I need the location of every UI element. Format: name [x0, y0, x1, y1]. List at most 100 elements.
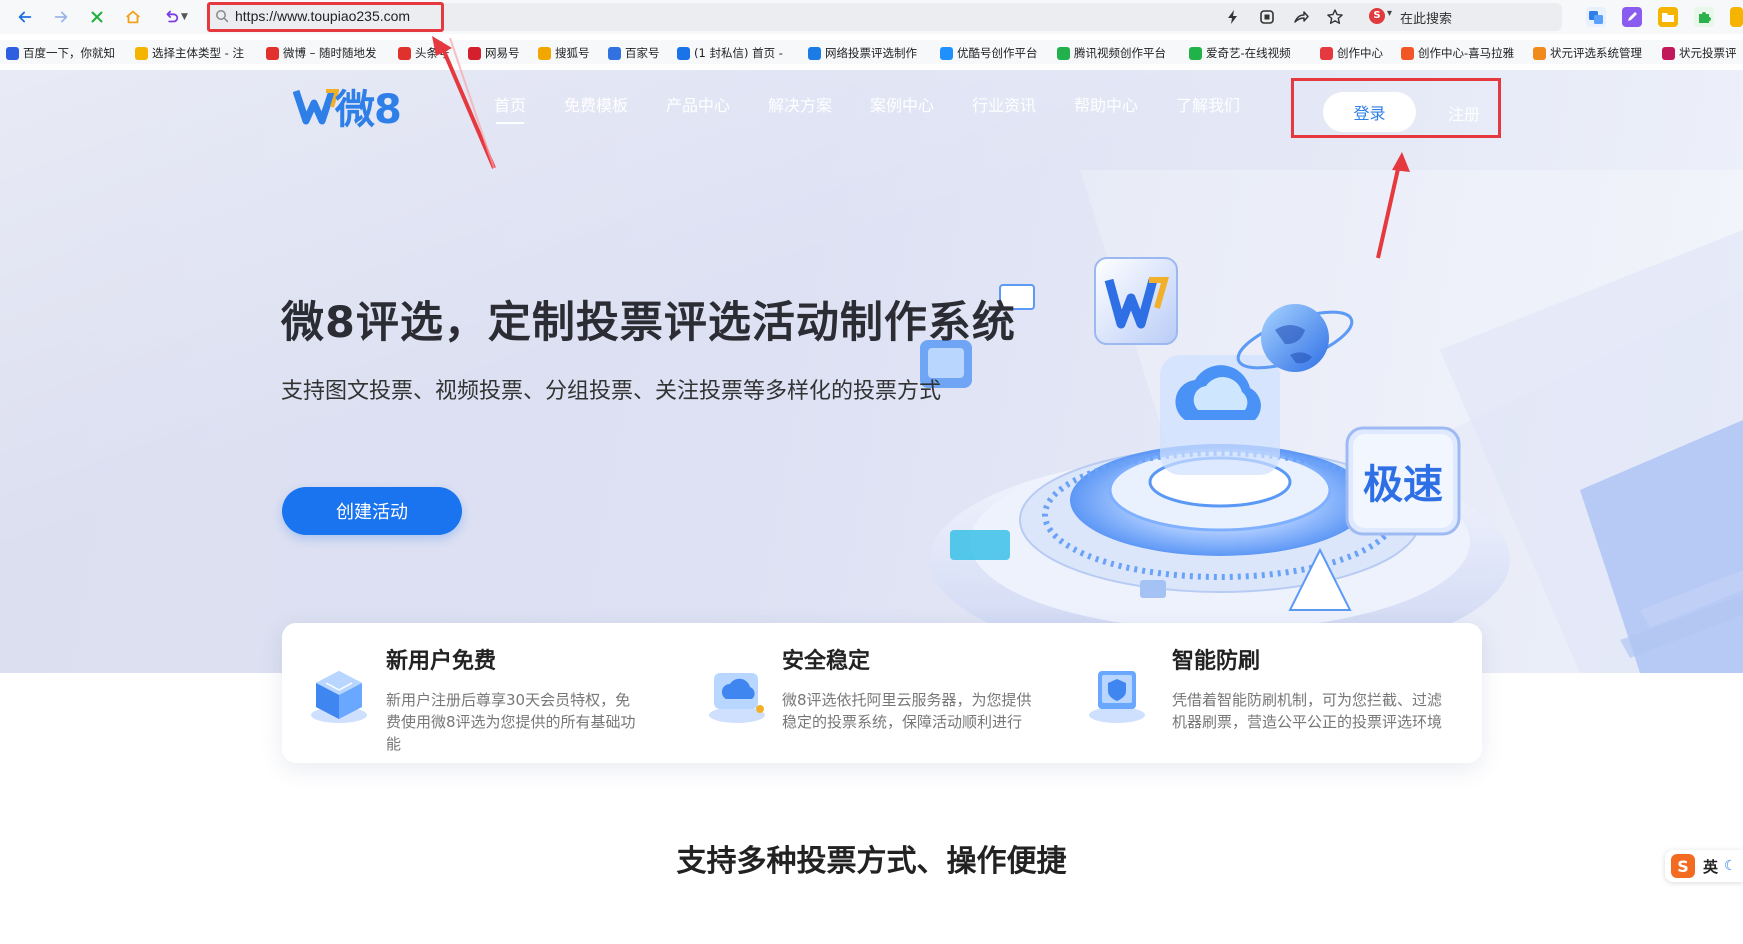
edit-extension-icon[interactable]	[1622, 7, 1642, 27]
bookmark-favicon-icon	[266, 46, 279, 60]
undo-dropdown-caret-icon[interactable]: ▼	[181, 12, 188, 22]
nav-home[interactable]: 首页	[494, 92, 526, 124]
bookmark-favicon-icon	[398, 46, 411, 60]
bookmark-label: 百度一下，你就知	[23, 46, 115, 60]
bookmark-favicon-icon	[1401, 46, 1414, 60]
bookmark-item[interactable]: (1 封私信) 首页 -	[677, 44, 793, 62]
shield-screen-icon	[1089, 671, 1145, 723]
bookmark-item[interactable]: 创作中心	[1320, 44, 1392, 62]
web-page: 极速 微8 首页 免费模板 产品中心 解决方案 案例中心 行业资讯 帮助中心 了…	[0, 70, 1743, 944]
ime-language: 英	[1703, 857, 1719, 876]
w8-logo-icon	[293, 89, 339, 125]
bookmark-favicon-icon	[1057, 46, 1070, 60]
nav-help-center[interactable]: 帮助中心	[1074, 92, 1138, 116]
back-arrow-icon[interactable]	[14, 6, 36, 28]
cloud-server-icon	[709, 673, 765, 723]
bookmark-item[interactable]: 腾讯视频创作平台	[1057, 44, 1177, 62]
bookmark-item[interactable]: 优酷号创作平台	[940, 44, 1052, 62]
feature-title: 安全稳定	[782, 649, 871, 674]
nav-about-us[interactable]: 了解我们	[1176, 92, 1240, 116]
bookmark-label: 优酷号创作平台	[957, 46, 1038, 60]
bookmark-item[interactable]: 选择主体类型 - 注	[135, 44, 253, 62]
hero-illustration: 极速	[920, 170, 1743, 673]
nav-solutions[interactable]: 解决方案	[768, 92, 832, 116]
feature-title: 智能防刷	[1172, 649, 1261, 674]
bookmark-label: 选择主体类型 - 注	[152, 46, 244, 60]
puzzle-extension-icon[interactable]	[1694, 7, 1714, 27]
bookmark-favicon-icon	[677, 46, 690, 60]
screenshot-icon[interactable]	[1258, 8, 1276, 26]
features-card: 新用户免费 新用户注册后尊享30天会员特权，免费使用微8评选为您提供的所有基础功…	[282, 623, 1482, 763]
translate-extension-icon[interactable]	[1586, 7, 1606, 27]
bookmark-item[interactable]: 百家号	[608, 44, 670, 62]
search-box-placeholder[interactable]: 在此搜索	[1400, 8, 1452, 27]
cubes-icon	[311, 671, 367, 723]
nav-industry-news[interactable]: 行业资讯	[972, 92, 1036, 116]
undo-close-icon[interactable]	[160, 6, 182, 28]
bookmark-favicon-icon	[808, 46, 821, 60]
feature-description: 微8评选依托阿里云服务器，为您提供稳定的投票系统，保障活动顺利进行	[782, 691, 1032, 731]
bookmark-favicon-icon	[608, 46, 621, 60]
home-icon[interactable]	[122, 6, 144, 28]
bookmark-item[interactable]: 微博 – 随时随地发	[266, 44, 388, 62]
bookmark-favicon-icon	[1320, 46, 1333, 60]
browser-toolbar: ▼ https://www.toupiao235.com S ▾ 在此搜索	[0, 0, 1743, 34]
bookmark-item[interactable]: 创作中心-喜马拉雅	[1401, 44, 1525, 62]
sogou-ime-icon: S	[1671, 854, 1695, 878]
bookmark-label: 状元评选系统管理	[1550, 46, 1642, 60]
create-activity-button[interactable]: 创建活动	[282, 487, 462, 535]
bookmark-favicon-icon	[940, 46, 953, 60]
feature-title: 新用户免费	[386, 649, 497, 674]
star-bookmark-icon[interactable]	[1326, 8, 1344, 26]
bookmark-item[interactable]: 百度一下，你就知	[6, 44, 122, 62]
bookmark-label: 网络投票评选制作	[825, 46, 917, 60]
bookmark-item[interactable]: 爱奇艺-在线视频	[1189, 44, 1307, 62]
hero-banner: 极速 微8 首页 免费模板 产品中心 解决方案 案例中心 行业资讯 帮助中心 了…	[0, 70, 1743, 673]
hero-subtitle: 支持图文投票、视频投票、分组投票、关注投票等多样化的投票方式	[281, 379, 942, 404]
speed-badge-text: 极速	[1363, 462, 1443, 508]
feature-free-for-new-users: 新用户免费 新用户注册后尊享30天会员特权，免费使用微8评选为您提供的所有基础功…	[282, 623, 682, 763]
feature-description: 新用户注册后尊享30天会员特权，免费使用微8评选为您提供的所有基础功能	[386, 691, 636, 753]
bookmarks-bar: 百度一下，你就知 选择主体类型 - 注 微博 – 随时随地发 头条号 网易号 搜…	[0, 40, 1743, 64]
nav-cases[interactable]: 案例中心	[870, 92, 934, 116]
feature-anti-fraud: 智能防刷 凭借着智能防刷机制，可为您拦截、过滤机器刷票，营造公平公正的投票评选环…	[1082, 623, 1482, 763]
bookmark-item[interactable]: 搜狐号	[538, 44, 600, 62]
site-logo[interactable]: 微8	[293, 84, 402, 133]
feature-secure-stable: 安全稳定 微8评选依托阿里云服务器，为您提供稳定的投票系统，保障活动顺利进行	[682, 623, 1082, 763]
logo-text: 微8	[335, 87, 402, 133]
lightning-icon[interactable]	[1224, 8, 1242, 26]
bookmark-item[interactable]: 状元投票评	[1662, 44, 1743, 62]
bookmark-favicon-icon	[1533, 46, 1546, 60]
section-title: 支持多种投票方式、操作便捷	[676, 844, 1067, 879]
bookmark-item[interactable]: 网络投票评选制作	[808, 44, 926, 62]
share-icon[interactable]	[1292, 8, 1310, 26]
folder-extension-icon[interactable]	[1658, 7, 1678, 27]
bookmark-favicon-icon	[135, 46, 148, 60]
forward-arrow-icon[interactable]	[50, 6, 72, 28]
bookmark-item[interactable]: 状元评选系统管理	[1533, 44, 1655, 62]
nav-free-templates[interactable]: 免费模板	[564, 92, 628, 116]
hero-title: 微8评选，定制投票评选活动制作系统	[281, 298, 1016, 348]
bookmark-label: 腾讯视频创作平台	[1074, 46, 1166, 60]
bookmark-favicon-icon	[6, 46, 19, 60]
user-extension-icon[interactable]	[1730, 7, 1743, 27]
bookmark-label: 爱奇艺-在线视频	[1206, 46, 1291, 60]
stop-icon[interactable]	[86, 6, 108, 28]
bookmark-label: 搜狐号	[555, 46, 590, 60]
annotation-url-box	[207, 2, 444, 32]
bookmark-label: 创作中心-喜马拉雅	[1418, 46, 1515, 60]
engine-caret-icon[interactable]: ▾	[1387, 8, 1392, 19]
ime-moon-icon: ☾	[1724, 858, 1737, 874]
ime-status-widget[interactable]: S 英 ☾	[1665, 850, 1743, 882]
bookmark-item[interactable]: 头条号	[398, 44, 460, 62]
search-engine-icon[interactable]: S	[1369, 8, 1385, 24]
bookmark-item[interactable]: 网易号	[468, 44, 530, 62]
nav-products[interactable]: 产品中心	[666, 92, 730, 116]
bookmark-label: 微博 – 随时随地发	[283, 46, 377, 60]
bookmark-favicon-icon	[468, 46, 481, 60]
bookmark-label: 百家号	[625, 46, 660, 60]
feature-description: 凭借着智能防刷机制，可为您拦截、过滤机器刷票，营造公平公正的投票评选环境	[1172, 691, 1443, 731]
bookmark-label: 网易号	[485, 46, 520, 60]
bookmark-label: 状元投票评	[1679, 46, 1737, 60]
bookmark-label: 创作中心	[1337, 46, 1383, 60]
